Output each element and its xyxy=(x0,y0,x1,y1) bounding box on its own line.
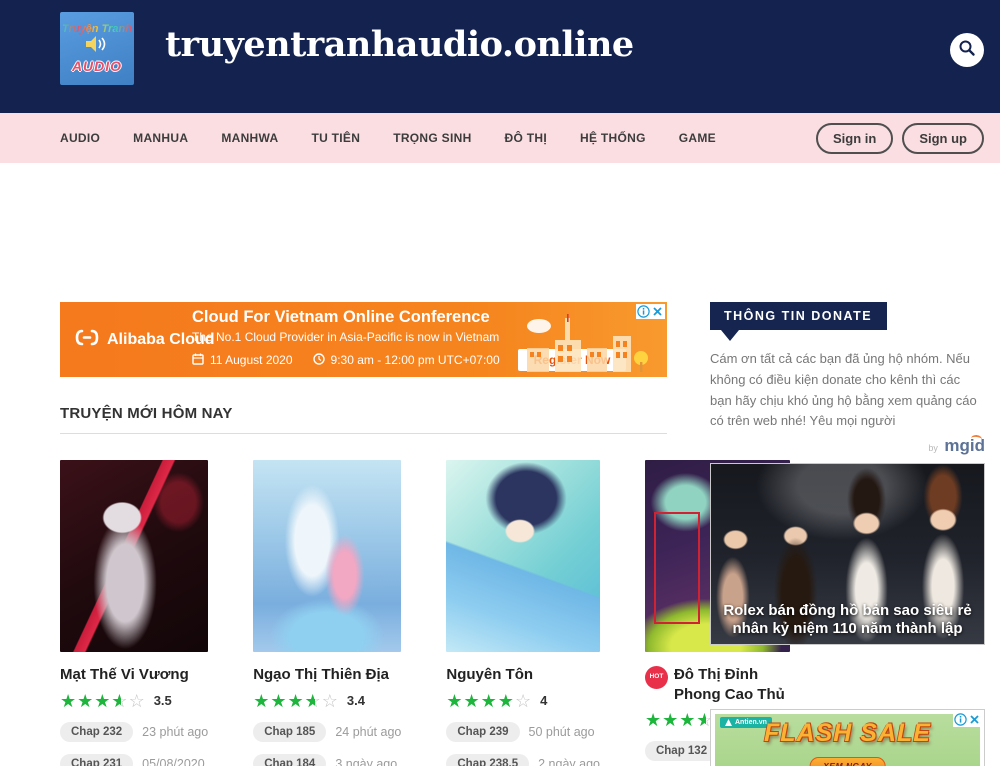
chapter-row: Chap 185 24 phút ago xyxy=(253,722,401,742)
hot-badge: HOT xyxy=(645,666,668,689)
nav-item-tu-tien[interactable]: TU TIÊN xyxy=(311,131,360,145)
nav-item-manhwa[interactable]: MANHWA xyxy=(221,131,278,145)
chapter-time: 3 ngày ago xyxy=(335,757,397,766)
chapter-link[interactable]: Chap 231 xyxy=(60,754,133,766)
xem-ngay-button[interactable]: XEM NGAY xyxy=(809,757,886,766)
site-logo[interactable]: Truyện Tranh AUDIO xyxy=(60,12,134,85)
flash-sale-title: FLASH SALE xyxy=(711,719,984,748)
comic-card: Nguyên Tôn ★★★★☆ 4 Chap 239 50 phút ago … xyxy=(446,460,600,766)
adchoices-close-icon[interactable] xyxy=(651,305,664,318)
chapter-row: Chap 238.5 2 ngày ago xyxy=(446,754,600,766)
nav-item-audio[interactable]: AUDIO xyxy=(60,131,100,145)
comic-title[interactable]: Ngạo Thị Thiên Địa xyxy=(253,665,389,685)
chapter-time: 24 phút ago xyxy=(335,725,401,739)
comic-cover[interactable] xyxy=(446,460,600,652)
section-divider xyxy=(60,433,667,434)
mgid-logo[interactable]: mgid xyxy=(944,436,985,455)
adchoices-controls xyxy=(953,712,982,727)
calendar-icon xyxy=(192,353,204,368)
comic-card: Ngạo Thị Thiên Địa ★★★★☆☆ 3.4 Chap 185 2… xyxy=(253,460,401,766)
sidebar: THÔNG TIN DONATE Cám ơn tất cả các bạn đ… xyxy=(710,302,985,766)
adchoices-info-icon[interactable] xyxy=(954,713,967,726)
nav-item-do-thi[interactable]: ĐÔ THỊ xyxy=(505,131,547,145)
ad-date: 11 August 2020 xyxy=(210,353,293,367)
chapter-time: 23 phút ago xyxy=(142,725,208,739)
donate-text: Cám ơn tất cả các bạn đã ủng hộ nhóm. Nế… xyxy=(710,349,985,432)
main-navbar: AUDIO MANHUA MANHWA TU TIÊN TRỌNG SINH Đ… xyxy=(0,113,1000,163)
comic-cover[interactable] xyxy=(60,460,208,652)
rating-value: 4 xyxy=(540,693,547,708)
rating-value: 3.4 xyxy=(347,693,365,708)
chapter-link[interactable]: Chap 232 xyxy=(60,722,133,742)
alibaba-brackets-icon xyxy=(74,329,100,351)
rolex-ad-caption: Rolex bán đồng hồ bản sao siêu rẻ nhân k… xyxy=(715,602,980,640)
speaker-icon xyxy=(86,36,108,57)
logo-title: Truyện Tranh xyxy=(62,23,132,35)
site-title[interactable]: truyentranhaudio.online xyxy=(165,24,634,65)
nav-item-trong-sinh[interactable]: TRỌNG SINH xyxy=(393,131,471,145)
donate-ribbon-title: THÔNG TIN DONATE xyxy=(710,302,887,330)
chapter-row: Chap 239 50 phút ago xyxy=(446,722,600,742)
comic-card: Mạt Thế Vi Vương ★★★★☆☆ 3.5 Chap 232 23 … xyxy=(60,460,208,766)
comic-title[interactable]: Nguyên Tôn xyxy=(446,665,533,685)
mgid-attribution: by mgid xyxy=(710,436,985,456)
comic-card-grid: Mạt Thế Vi Vương ★★★★☆☆ 3.5 Chap 232 23 … xyxy=(60,460,667,766)
chapter-row: Chap 232 23 phút ago xyxy=(60,722,208,742)
ad-time: 9:30 am - 12:00 pm UTC+07:00 xyxy=(331,353,500,367)
chapter-time: 50 phút ago xyxy=(529,725,595,739)
chapter-link[interactable]: Chap 184 xyxy=(253,754,326,766)
search-icon xyxy=(958,39,976,62)
main-content: Alibaba Cloud Cloud For Vietnam Online C… xyxy=(0,163,1000,766)
chapter-time: 05/08/2020 xyxy=(142,757,205,766)
city-illustration xyxy=(525,314,653,377)
chapter-link[interactable]: Chap 132 xyxy=(645,741,718,761)
chapter-row: Chap 184 3 ngày ago xyxy=(253,754,401,766)
alibaba-ad-banner[interactable]: Alibaba Cloud Cloud For Vietnam Online C… xyxy=(60,302,667,377)
nav-item-manhua[interactable]: MANHUA xyxy=(133,131,188,145)
rolex-ad[interactable]: Rolex bán đồng hồ bản sao siêu rẻ nhân k… xyxy=(710,463,985,645)
adchoices-info-icon[interactable] xyxy=(637,305,650,318)
nav-item-he-thong[interactable]: HỆ THỐNG xyxy=(580,131,646,145)
star-rating-icons: ★★★★☆☆ xyxy=(60,692,146,710)
site-header: Truyện Tranh AUDIO truyentranhaudio.onli… xyxy=(0,0,1000,113)
rating-value: 3.5 xyxy=(154,693,172,708)
adchoices-controls xyxy=(636,304,665,319)
chapter-link[interactable]: Chap 185 xyxy=(253,722,326,742)
comic-cover[interactable] xyxy=(253,460,401,652)
clock-icon xyxy=(313,353,325,368)
sign-up-button[interactable]: Sign up xyxy=(902,123,984,154)
sign-in-button[interactable]: Sign in xyxy=(816,123,893,154)
mgid-by-label: by xyxy=(928,443,938,453)
star-rating-icons: ★★★★☆ xyxy=(446,692,532,710)
flash-sale-ad[interactable]: Antien.vn FLASH SALE XEM NGAY xyxy=(710,709,985,766)
logo-subtitle: AUDIO xyxy=(72,58,122,74)
star-rating-icons: ★★★★☆☆ xyxy=(253,692,339,710)
chapter-link[interactable]: Chap 238.5 xyxy=(446,754,529,766)
chapter-time: 2 ngày ago xyxy=(538,757,600,766)
comic-title[interactable]: Mạt Thế Vi Vương xyxy=(60,665,189,685)
adchoices-close-icon[interactable] xyxy=(968,713,981,726)
chapter-row: Chap 231 05/08/2020 xyxy=(60,754,208,766)
chapter-link[interactable]: Chap 239 xyxy=(446,722,519,742)
section-title-new-today: TRUYỆN MỚI HÔM NAY xyxy=(60,405,667,422)
nav-item-game[interactable]: GAME xyxy=(679,131,716,145)
search-button[interactable] xyxy=(950,33,984,67)
